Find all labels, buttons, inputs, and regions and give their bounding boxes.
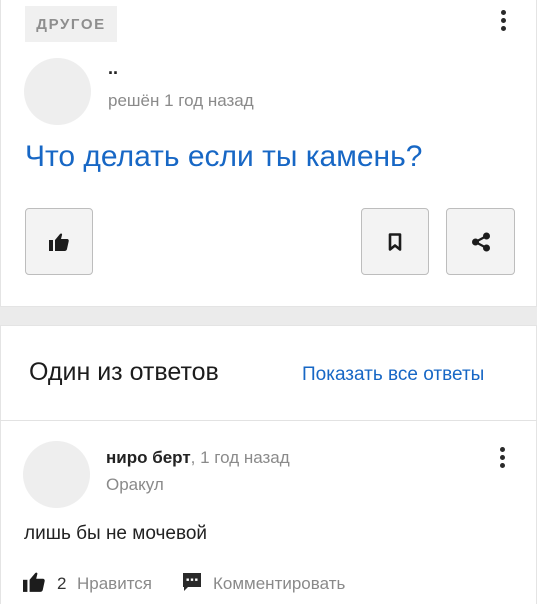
category-tag[interactable]: ДРУГОЕ — [25, 6, 117, 42]
thumbs-up-icon — [49, 232, 69, 251]
question-status: решён 1 год назад — [108, 91, 254, 110]
answer-author-rank: Оракул — [106, 475, 164, 494]
comment-icon[interactable] — [182, 572, 202, 592]
question-title[interactable]: Что делать если ты камень? — [25, 140, 422, 174]
question-author-avatar[interactable] — [24, 58, 91, 125]
share-icon — [471, 232, 490, 251]
more-options-icon[interactable] — [493, 7, 513, 33]
answer-separator: , — [190, 448, 201, 467]
show-all-answers-link[interactable]: Показать все ответы — [302, 364, 484, 386]
answer-like-icon[interactable] — [23, 572, 45, 592]
share-button[interactable] — [446, 208, 515, 275]
bookmark-icon — [388, 232, 402, 251]
answer-like-button[interactable]: Нравится — [77, 574, 152, 594]
question-author-name[interactable]: .. — [108, 58, 118, 79]
answer-like-count: 2 — [57, 574, 67, 593]
question-card: ДРУГОЕ .. решён 1 год назад Что делать е… — [0, 0, 537, 307]
answer-author-name[interactable]: ниро берт — [106, 448, 191, 467]
answer-header: ниро берт, 1 год назад — [106, 448, 290, 468]
comment-button[interactable]: Комментировать — [213, 574, 345, 594]
answer-time: 1 год назад — [200, 448, 290, 467]
section-divider — [0, 420, 537, 421]
like-button[interactable] — [25, 208, 93, 275]
bookmark-button[interactable] — [361, 208, 429, 275]
answer-more-options-icon[interactable] — [492, 444, 512, 470]
answers-heading: Один из ответов — [29, 358, 219, 386]
answer-author-avatar[interactable] — [23, 441, 90, 508]
answer-text: лишь бы не мочевой — [24, 523, 208, 544]
